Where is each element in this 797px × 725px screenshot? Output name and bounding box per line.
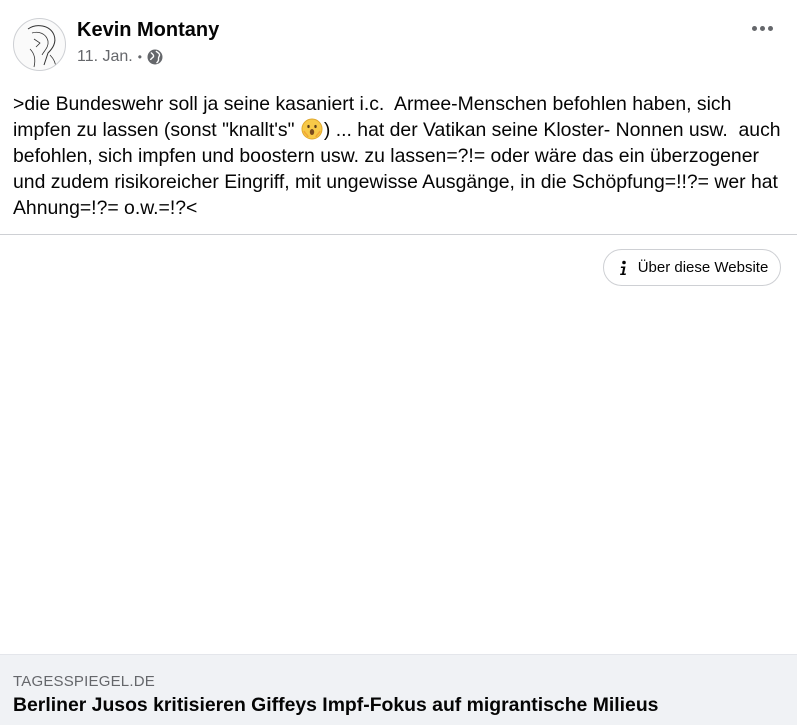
link-title[interactable]: Berliner Jusos kritisieren Giffeys Impf-… <box>13 692 658 718</box>
link-preview-image[interactable]: Über diese Website <box>0 235 797 654</box>
about-website-label: Über diese Website <box>637 259 769 276</box>
avatar[interactable] <box>13 18 66 71</box>
meta-separator: • <box>137 50 142 64</box>
more-horizontal-icon <box>751 25 757 31</box>
post-text: >die Bundeswehr soll ja seine kasaniert … <box>13 91 788 221</box>
post-header: Kevin Montany 11. Jan. • <box>0 0 797 80</box>
about-website-button[interactable]: Über diese Website <box>603 249 781 286</box>
info-icon <box>619 260 626 275</box>
link-domain: TAGESSPIEGEL.DE <box>13 673 155 690</box>
globe-icon <box>147 49 163 65</box>
post-meta: 11. Jan. • <box>77 46 163 68</box>
more-options-button[interactable] <box>743 14 781 42</box>
link-footer[interactable]: TAGESSPIEGEL.DE Berliner Jusos kritisier… <box>0 654 797 725</box>
shocked-face-emoji-icon <box>301 118 323 140</box>
post-date[interactable]: 11. Jan. <box>77 46 133 68</box>
avatar-sketch-icon <box>27 25 57 70</box>
author-name[interactable]: Kevin Montany <box>77 17 219 43</box>
